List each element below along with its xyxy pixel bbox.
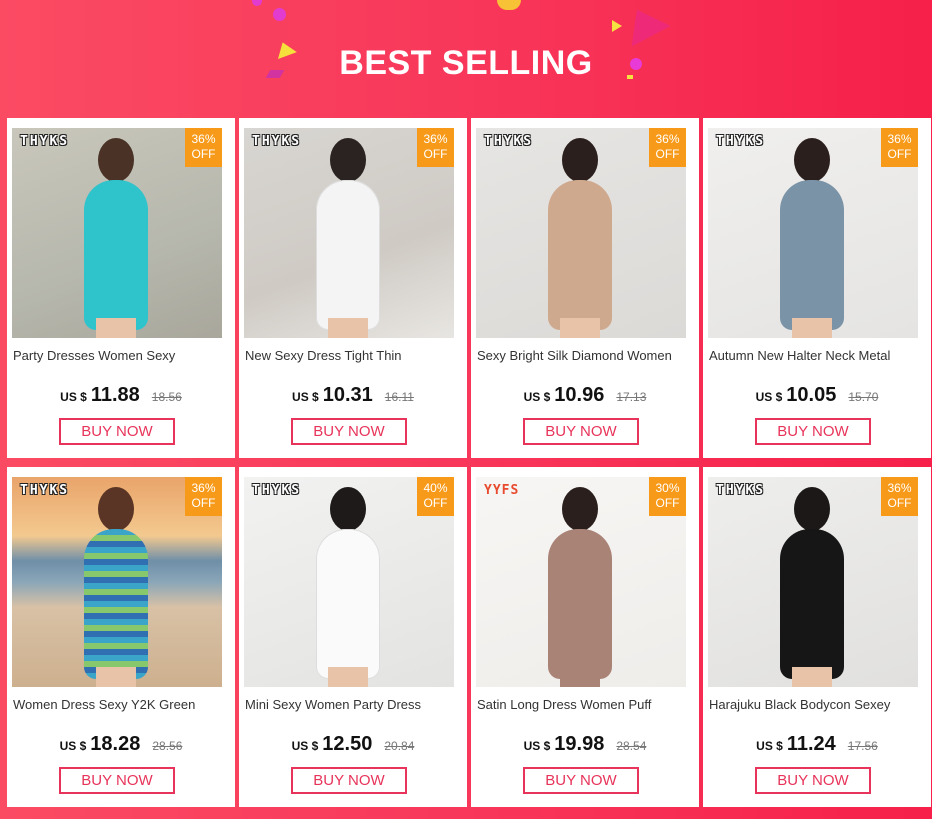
product-name[interactable]: Women Dress Sexy Y2K Green xyxy=(13,697,229,712)
product-name[interactable]: Party Dresses Women Sexy xyxy=(13,348,229,363)
current-price: 11.88 xyxy=(90,384,140,406)
current-price: 19.98 xyxy=(554,733,605,755)
currency-label: US $ xyxy=(60,390,87,404)
original-price: 17.56 xyxy=(847,739,878,753)
discount-badge: 36% OFF xyxy=(881,128,918,167)
page-title: BEST SELLING xyxy=(339,44,593,82)
buy-now-button[interactable]: BUY NOW xyxy=(291,767,407,794)
brand-logo: THYKS xyxy=(716,134,766,149)
product-image[interactable]: THYKS 36% OFF xyxy=(708,128,918,338)
discount-badge: 36% OFF xyxy=(649,128,686,167)
brand-logo: THYKS xyxy=(484,134,534,149)
current-price: 10.96 xyxy=(554,384,605,406)
product-image[interactable]: THYKS 36% OFF xyxy=(244,128,454,338)
brand-logo: THYKS xyxy=(252,483,302,498)
original-price: 20.84 xyxy=(384,739,415,753)
product-image[interactable]: THYKS 40% OFF xyxy=(244,477,454,687)
currency-label: US $ xyxy=(59,739,87,753)
discount-badge: 36% OFF xyxy=(417,128,454,167)
product-image[interactable]: THYKS 36% OFF xyxy=(476,128,686,338)
product-name[interactable]: Satin Long Dress Women Puff xyxy=(477,697,693,712)
product-name[interactable]: Sexy Bright Silk Diamond Women xyxy=(477,348,693,363)
current-price: 10.31 xyxy=(322,384,373,406)
price-row: US $10.96 17.13 xyxy=(471,384,699,407)
currency-label: US $ xyxy=(292,390,319,404)
brand-logo: THYKS xyxy=(716,483,766,498)
brand-logo: YYFS xyxy=(484,483,520,498)
confetti-dot xyxy=(273,8,286,21)
product-card[interactable]: THYKS 36% OFF Party Dresses Women Sexy US… xyxy=(7,118,235,458)
confetti-triangle xyxy=(617,0,671,47)
current-price: 18.28 xyxy=(90,733,141,755)
price-row: US $19.98 28.54 xyxy=(471,733,699,756)
price-row: US $18.28 28.56 xyxy=(7,733,235,756)
currency-label: US $ xyxy=(291,739,319,753)
price-row: US $11.24 17.56 xyxy=(703,733,931,756)
price-row: US $10.05 15.70 xyxy=(703,384,931,407)
discount-badge: 36% OFF xyxy=(185,477,222,516)
buy-now-button[interactable]: BUY NOW xyxy=(755,767,871,794)
currency-label: US $ xyxy=(755,390,783,404)
brand-logo: THYKS xyxy=(20,483,70,498)
product-image[interactable]: YYFS 30% OFF xyxy=(476,477,686,687)
product-image[interactable]: THYKS 36% OFF xyxy=(708,477,918,687)
current-price: 10.05 xyxy=(786,384,837,406)
product-card[interactable]: THYKS 36% OFF Autumn New Halter Neck Meta… xyxy=(703,118,931,458)
discount-badge: 36% OFF xyxy=(185,128,222,167)
currency-label: US $ xyxy=(523,739,551,753)
product-card[interactable]: THYKS 36% OFF New Sexy Dress Tight Thin U… xyxy=(239,118,467,458)
product-name[interactable]: Mini Sexy Women Party Dress xyxy=(245,697,461,712)
header-banner: BEST SELLING xyxy=(0,0,932,118)
original-price: 28.56 xyxy=(152,739,183,753)
original-price: 17.13 xyxy=(616,390,647,404)
product-card[interactable]: THYKS 36% OFF Sexy Bright Silk Diamond Wo… xyxy=(471,118,699,458)
brand-logo: THYKS xyxy=(20,134,70,149)
discount-badge: 30% OFF xyxy=(649,477,686,516)
buy-now-button[interactable]: BUY NOW xyxy=(523,418,639,445)
coin-icon xyxy=(497,0,521,10)
discount-badge: 40% OFF xyxy=(417,477,454,516)
product-card[interactable]: YYFS 30% OFF Satin Long Dress Women Puff … xyxy=(471,467,699,807)
original-price: 16.11 xyxy=(384,390,414,404)
price-row: US $12.50 20.84 xyxy=(239,733,467,756)
product-name[interactable]: Autumn New Halter Neck Metal xyxy=(709,348,925,363)
product-card[interactable]: THYKS 36% OFF Women Dress Sexy Y2K Green … xyxy=(7,467,235,807)
currency-label: US $ xyxy=(523,390,551,404)
discount-badge: 36% OFF xyxy=(881,477,918,516)
product-image[interactable]: THYKS 36% OFF xyxy=(12,128,222,338)
current-price: 12.50 xyxy=(322,733,373,755)
current-price: 11.24 xyxy=(786,733,836,755)
buy-now-button[interactable]: BUY NOW xyxy=(523,767,639,794)
confetti-dot xyxy=(252,0,262,6)
product-card[interactable]: THYKS 36% OFF Harajuku Black Bodycon Sexe… xyxy=(703,467,931,807)
buy-now-button[interactable]: BUY NOW xyxy=(291,418,407,445)
price-row: US $10.31 16.11 xyxy=(239,384,467,407)
original-price: 28.54 xyxy=(616,739,647,753)
price-row: US $11.88 18.56 xyxy=(7,384,235,407)
original-price: 18.56 xyxy=(151,390,182,404)
buy-now-button[interactable]: BUY NOW xyxy=(59,418,175,445)
currency-label: US $ xyxy=(756,739,783,753)
brand-logo: THYKS xyxy=(252,134,302,149)
product-card[interactable]: THYKS 40% OFF Mini Sexy Women Party Dress… xyxy=(239,467,467,807)
product-name[interactable]: New Sexy Dress Tight Thin xyxy=(245,348,461,363)
product-name[interactable]: Harajuku Black Bodycon Sexey xyxy=(709,697,925,712)
buy-now-button[interactable]: BUY NOW xyxy=(755,418,871,445)
buy-now-button[interactable]: BUY NOW xyxy=(59,767,175,794)
original-price: 15.70 xyxy=(848,390,879,404)
product-image[interactable]: THYKS 36% OFF xyxy=(12,477,222,687)
